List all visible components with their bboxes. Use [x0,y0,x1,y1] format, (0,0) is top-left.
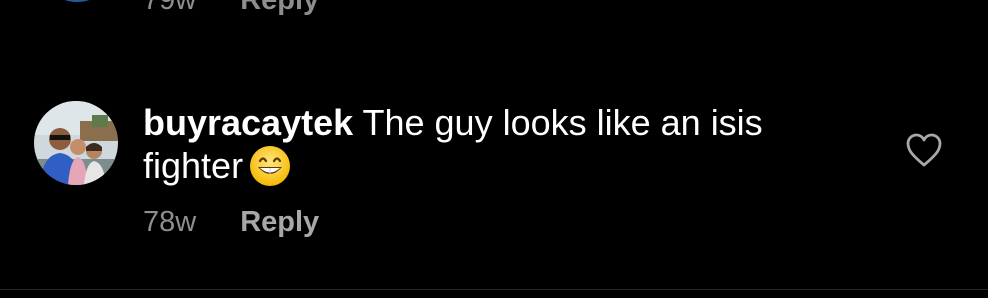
comment-username[interactable]: buyracaytek [143,102,353,143]
grinning-face-emoji-icon [249,145,291,187]
previous-comment-reply-button[interactable]: Reply [240,0,319,17]
previous-comment-meta: 79w Reply [143,0,319,17]
comment-meta: 78w Reply [143,206,319,239]
comment-text-line1: The guy looks like an isis [362,102,763,143]
comment-text-line2: fighter [143,145,244,186]
reply-button[interactable]: Reply [240,206,319,239]
comment-text: buyracaytek The guy looks like an isis f… [143,101,843,187]
previous-comment-avatar[interactable] [37,0,117,2]
screen-edge [988,0,1000,298]
comment-timestamp: 78w [143,206,197,238]
previous-comment-timestamp: 79w [143,0,197,16]
avatar-photo [34,101,118,185]
divider [0,289,988,290]
heart-outline-icon [906,133,942,167]
avatar[interactable] [34,101,118,185]
like-button[interactable] [904,131,944,169]
